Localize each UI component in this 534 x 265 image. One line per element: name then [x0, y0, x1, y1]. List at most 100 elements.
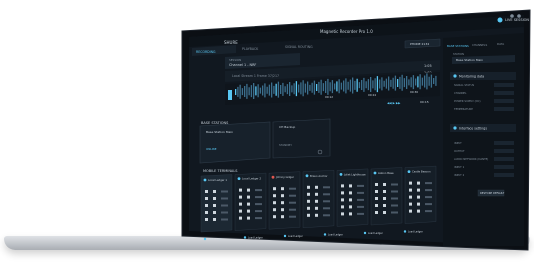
terminal-meter-cell — [273, 215, 276, 219]
section-field-value[interactable] — [494, 141, 514, 145]
section-field-value[interactable] — [494, 99, 514, 103]
waveform-bar — [379, 79, 381, 89]
section-field-value[interactable] — [494, 91, 514, 95]
user-icon[interactable] — [517, 14, 521, 18]
terminal-meter-cell — [341, 212, 344, 216]
footer-item-label[interactable]: Load Ledger — [248, 237, 263, 240]
base-station-card-1[interactable] — [199, 121, 271, 164]
waveform-bar — [354, 80, 356, 90]
waveform-bar — [347, 81, 349, 90]
terminal-meter-cell — [307, 199, 310, 203]
terminal-grid: Local Ledger 1 Local Ledger 2 Johnny ledge… — [200, 165, 437, 233]
terminal-meter-cell — [239, 216, 242, 220]
terminal-card[interactable] — [370, 167, 403, 226]
section-field-value[interactable] — [494, 83, 514, 87]
status-dot-icon — [373, 171, 377, 175]
footer-item-label[interactable]: Load Ledger — [368, 232, 383, 235]
laptop-screen: SHURE Magnetic Recorder Pro 1.0 LIVE SES… — [181, 9, 531, 251]
waveform-bar — [424, 75, 426, 88]
terminal-level — [289, 194, 296, 197]
right-tab-1[interactable]: BASE STATIONS — [447, 44, 469, 48]
terminal-level — [255, 210, 262, 213]
footer-item-label[interactable]: Load Ledger — [328, 234, 343, 237]
waveform-bar — [253, 83, 255, 99]
terminal-meter-cell — [341, 184, 344, 188]
sub-stream-value: Local Stream 1 Frame 37/217 — [232, 74, 279, 78]
terminal-level — [221, 204, 228, 207]
waveform-bar — [322, 83, 325, 92]
terminal-card[interactable] — [234, 172, 267, 231]
playhead[interactable] — [228, 90, 232, 100]
terminal-level — [357, 191, 364, 194]
waveform-bar — [426, 73, 428, 90]
waveform-bar — [374, 78, 376, 91]
terminal-meter-cell — [205, 204, 208, 207]
tab-routing-label[interactable]: SIGNAL ROUTING — [285, 45, 313, 49]
section-title: Monitoring data — [459, 75, 484, 79]
terminal-meter-cell — [375, 204, 378, 207]
status-dot-icon — [271, 175, 275, 179]
waveform-bar — [293, 83, 295, 95]
terminal-level — [391, 211, 398, 214]
waveform-bar — [412, 75, 415, 90]
terminal-level — [357, 205, 364, 208]
section-icon — [453, 74, 457, 78]
waveform-bar — [320, 79, 322, 95]
waveform-bar — [264, 83, 266, 98]
status-dot-icon — [339, 173, 343, 176]
terminal-card[interactable] — [336, 168, 369, 227]
terminal-meter-cell — [409, 181, 412, 185]
waveform-bar — [358, 82, 361, 89]
terminal-meter-cell — [307, 213, 310, 217]
station-name-label: STATION — [453, 52, 464, 56]
terminal-meter-cell — [213, 204, 216, 207]
footer-status-icon — [403, 230, 407, 233]
terminal-level — [289, 201, 296, 204]
terminal-meter-cell — [213, 197, 216, 200]
terminal-card[interactable] — [268, 171, 301, 230]
live-session-label[interactable]: LIVE SESSION — [505, 18, 529, 22]
waveform-bar — [255, 86, 257, 96]
transport-counter: 00:15 — [420, 100, 429, 104]
section-field-value[interactable] — [494, 157, 514, 161]
right-tab-3[interactable]: DATA — [497, 42, 504, 46]
terminal-meter-cell — [417, 202, 420, 206]
waveform-marker-3: 00:36 — [410, 90, 418, 94]
section-field-value[interactable] — [494, 107, 514, 111]
waveform-bar — [271, 82, 273, 98]
waveform-bar — [329, 82, 331, 92]
waveform-bar — [383, 80, 385, 87]
footer-status-icon — [283, 234, 287, 238]
tab-playback-label[interactable]: PLAYBACK — [242, 47, 259, 51]
section-field-value[interactable] — [494, 149, 514, 153]
footer-item-label[interactable]: Load Ledger — [208, 238, 223, 241]
settings-gear-icon[interactable] — [510, 14, 514, 18]
terminal-level — [425, 189, 432, 192]
right-tab-2[interactable]: CHANNELS — [472, 43, 487, 47]
terminal-level — [255, 196, 262, 199]
footer-item-label[interactable]: Load Ledger — [288, 235, 303, 238]
transport-controls[interactable]: ◀◀ ▶ ▶▶ — [387, 101, 401, 105]
terminal-meter-cell — [239, 209, 242, 213]
terminal-meter-cell — [247, 216, 250, 220]
record-indicator-icon — [497, 17, 503, 23]
terminal-meter-cell — [409, 202, 412, 206]
terminal-meter-cell — [307, 206, 310, 210]
terminal-meter-cell — [239, 202, 242, 206]
waveform-bar — [307, 81, 309, 95]
terminal-name: Local Ledger 2 — [242, 177, 261, 181]
terminal-level — [323, 214, 330, 217]
right-panel — [443, 33, 524, 246]
waveform-bar — [257, 84, 259, 98]
waveform-bar — [304, 83, 307, 93]
terminal-card[interactable] — [302, 170, 335, 229]
terminal-card[interactable] — [200, 174, 233, 233]
section-field-value[interactable] — [494, 165, 514, 169]
terminal-level — [221, 190, 228, 193]
footer-item-label[interactable]: Load Ledger — [408, 231, 423, 234]
waveform-bar — [421, 77, 424, 86]
terminal-meter-cell — [205, 197, 208, 200]
terminal-card[interactable] — [404, 165, 437, 224]
terminal-meter-cell — [315, 199, 318, 203]
section-field-value[interactable] — [494, 173, 514, 177]
